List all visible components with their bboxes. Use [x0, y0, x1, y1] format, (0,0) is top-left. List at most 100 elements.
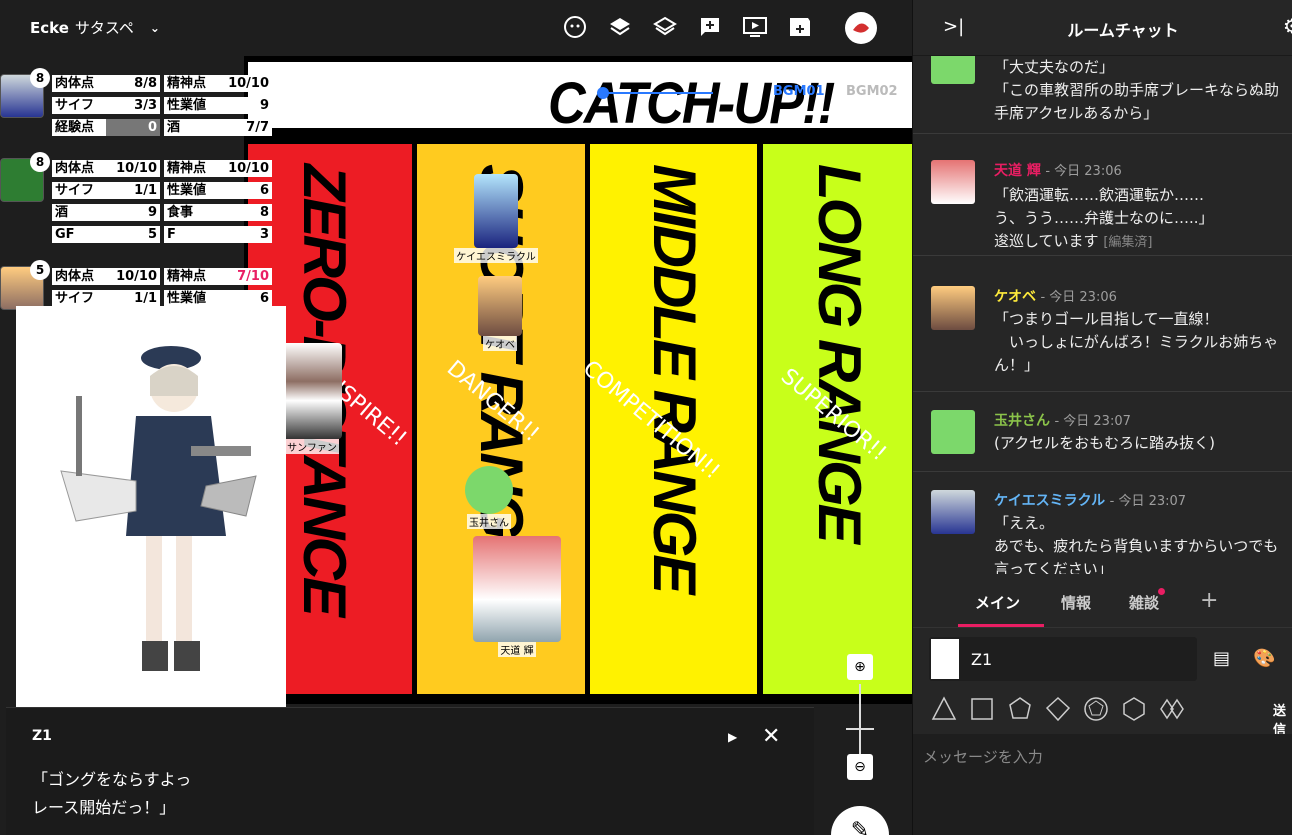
token-tamai[interactable]: 玉井さん [454, 466, 524, 529]
stat-value: 10/10 [228, 161, 269, 176]
chat-title: ルームチャット [1067, 21, 1179, 40]
stat-label: 経験点 [55, 120, 95, 135]
token-image [474, 174, 518, 248]
game-board[interactable]: CATCH-UP!! BGM01 BGM02 ZERO-DISTANCE SHO… [244, 56, 912, 704]
chat-message: 「大丈夫なのだ」 「この車教習所の助手席ブレーキならぬ助 手席アクセルあるから」 [913, 56, 1292, 134]
token-name: サンファン [285, 439, 339, 454]
speaker-name: Z1 [32, 728, 52, 744]
stat-label: 精神点 [167, 76, 207, 91]
stat-label: 肉体点 [55, 76, 95, 91]
stat-value: 10/10 [228, 76, 269, 91]
initiative-badge: 8 [30, 152, 50, 172]
stat-value: 9 [259, 98, 269, 113]
message-body: 「大丈夫なのだ」 「この車教習所の助手席ブレーキならぬ助 手席アクセルあるから」 [994, 58, 1280, 122]
timestamp: - 今日 23:07 [1109, 494, 1187, 509]
gear-icon[interactable]: ⚙ [1283, 14, 1292, 38]
d10-icon[interactable] [1045, 696, 1071, 722]
banner-title: CATCH-UP!! [548, 71, 835, 136]
zoom-control: ⊕ ⊖ [846, 654, 876, 784]
d20-icon[interactable] [1121, 696, 1147, 722]
message-input-area [913, 734, 1292, 835]
tab-info[interactable]: 情報 [1061, 592, 1091, 613]
edit-fab-button[interactable]: ✎ [831, 806, 889, 835]
palette-icon[interactable]: 🎨 [1253, 648, 1275, 669]
chat-header: >| ルームチャット ⚙ [913, 0, 1292, 56]
timestamp: - 今日 23:06 [1045, 164, 1122, 179]
avatar [931, 160, 975, 204]
lane-middle-range: MIDDLE RANGE [590, 144, 757, 694]
stat-label: サイフ [55, 291, 95, 306]
chevron-down-icon: ⌄ [149, 20, 160, 35]
list-icon[interactable]: ▤ [1213, 648, 1230, 669]
message-body: 「ええ。 あでも、疲れたら背負いますからいつでも 言ってください」 [994, 514, 1279, 574]
token-tendo[interactable]: 天道 輝 [472, 536, 562, 657]
timestamp: - 今日 23:06 [1040, 290, 1117, 305]
d6-icon[interactable] [969, 696, 995, 722]
face-icon[interactable] [562, 14, 588, 40]
zoom-track[interactable] [859, 684, 861, 754]
stat-value: 5 [147, 227, 157, 242]
token-sanfan[interactable]: サンファン [280, 343, 344, 454]
message-input[interactable] [923, 742, 1283, 772]
token-name: 玉井さん [467, 514, 511, 529]
message-header: ケオベ - 今日 23:06 [994, 286, 1117, 306]
play-screen-icon[interactable] [742, 14, 768, 40]
tab-chat[interactable]: 雑談 [1129, 592, 1159, 613]
zoom-in-icon[interactable]: ⊕ [847, 654, 873, 680]
stat-value: 1/1 [134, 183, 157, 198]
d4-icon[interactable] [931, 696, 957, 722]
d8-icon[interactable] [1007, 696, 1033, 722]
stat-value: 1/1 [134, 291, 157, 306]
message-header: 天道 輝 - 今日 23:06 [994, 160, 1122, 180]
d100-icon[interactable] [1159, 696, 1185, 722]
layers-outline-icon[interactable] [652, 14, 678, 40]
message-window: Z1 「ゴングをならすよっ レース開始だっ！」 ▶ ✕ [6, 707, 814, 835]
zoom-out-icon[interactable]: ⊖ [847, 754, 873, 780]
author-name: ケオベ [994, 289, 1036, 305]
stat-label: 性業値 [167, 291, 207, 306]
chat-tabs: メイン 情報 雑談 + [913, 576, 1292, 628]
stat-label: サイフ [55, 98, 95, 113]
stat-value: 10/10 [116, 161, 157, 176]
movie-add-icon[interactable] [787, 14, 813, 40]
stat-label: GF [55, 227, 75, 242]
token-ks-miracle[interactable]: ケイエスミラクル [454, 174, 538, 263]
avatar [931, 410, 975, 454]
bgm-volume-track[interactable] [603, 92, 713, 94]
avatar [931, 56, 975, 84]
room-subtitle: サタスペ [74, 19, 134, 37]
edited-tag: [編集済] [1103, 235, 1153, 250]
stat-value: 8 [259, 205, 269, 220]
stat-label: 精神点 [167, 269, 207, 284]
add-comment-icon[interactable] [697, 14, 723, 40]
bgm-volume-knob[interactable] [597, 87, 609, 99]
tab-main[interactable]: メイン [975, 592, 1020, 613]
character-name: Z1 [971, 650, 993, 669]
play-next-icon[interactable]: ▶ [728, 730, 737, 744]
message-header: ケイエスミラクル - 今日 23:07 [994, 490, 1186, 510]
banner: CATCH-UP!! BGM01 BGM02 [248, 62, 912, 136]
stat-value: 7/10 [237, 269, 269, 284]
chat-message: ケイエスミラクル - 今日 23:07 「ええ。 あでも、疲れたら背負いますから… [913, 472, 1292, 574]
bgm-tab-2[interactable]: BGM02 [846, 84, 898, 99]
stat-label: F [167, 227, 176, 242]
user-avatar[interactable] [845, 12, 877, 44]
chat-message-list[interactable]: 「大丈夫なのだ」 「この車教習所の助手席ブレーキならぬ助 手席アクセルあるから」… [913, 56, 1292, 574]
close-icon[interactable]: ✕ [762, 724, 780, 749]
message-body: 「つまりゴール目指して一直線！ いっしょにがんばろ！ミラクルお姉ちゃ ん！」 [994, 310, 1279, 374]
bgm-tab-1[interactable]: BGM01 [773, 84, 825, 99]
character-select[interactable]: Z1 [929, 637, 1197, 681]
stat-value: 3 [259, 227, 269, 242]
message-body: (アクセルをおもむろに踏み抜く) [994, 434, 1215, 452]
layers-icon[interactable] [607, 14, 633, 40]
add-tab-button[interactable]: + [1200, 588, 1218, 613]
message-header: 玉井さん - 今日 23:07 [994, 410, 1131, 430]
d12-icon[interactable] [1083, 696, 1109, 722]
token-name: 天道 輝 [498, 642, 536, 657]
send-button[interactable]: 送信 [1273, 700, 1292, 738]
token-name: ケイエスミラクル [454, 248, 538, 263]
stat-value: 3/3 [134, 98, 157, 113]
room-menu[interactable]: Ecke サタスペ ⌄ [30, 17, 160, 38]
zoom-slider-knob[interactable] [846, 728, 874, 730]
token-keobe[interactable]: ケオベ [472, 276, 528, 351]
